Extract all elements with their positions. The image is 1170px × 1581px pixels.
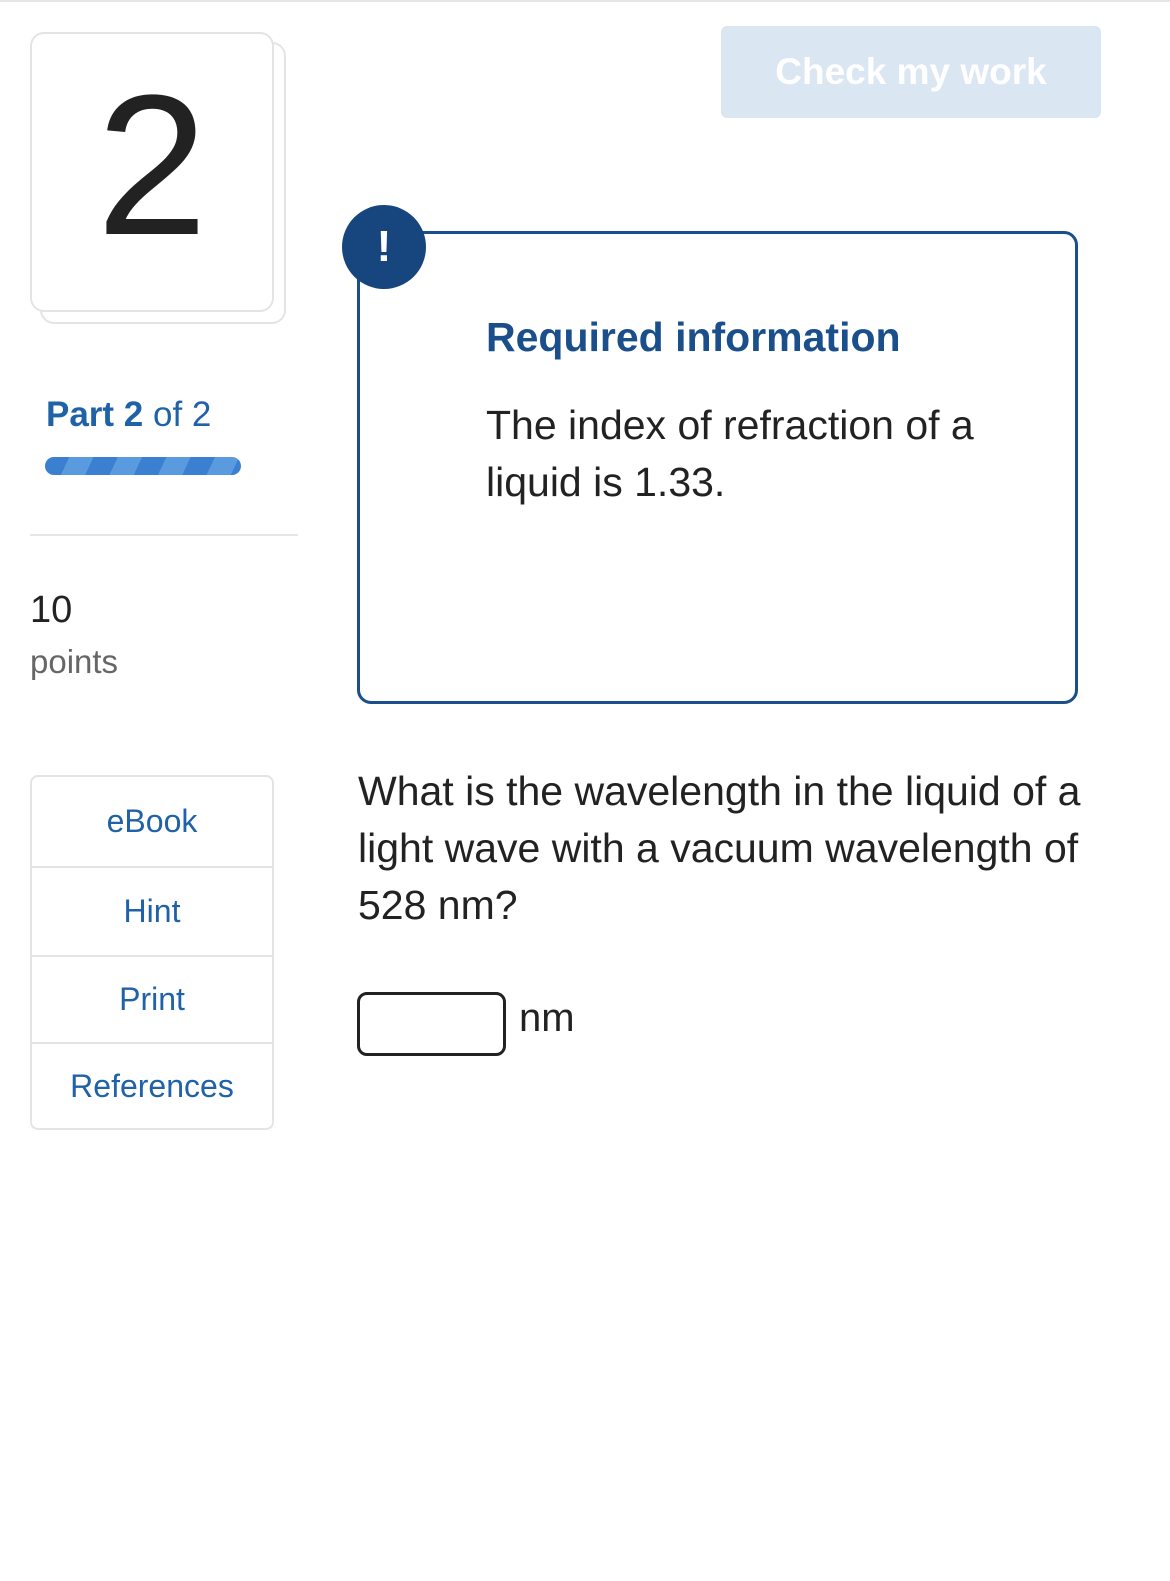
hint-button[interactable]: Hint	[32, 868, 272, 957]
answer-unit: nm	[519, 996, 575, 1040]
part-indicator: Part 2 of 2	[46, 394, 211, 436]
question-text: What is the wavelength in the liquid of …	[358, 768, 1081, 928]
sidebar-divider	[30, 534, 298, 536]
check-my-work-button[interactable]: Check my work	[721, 26, 1101, 118]
question-number: 2	[96, 54, 208, 277]
points-value: 10	[30, 589, 73, 631]
question-number-card: 2	[30, 32, 288, 326]
part-total: of 2	[143, 395, 212, 434]
required-info-title: Required information	[486, 314, 901, 360]
points-label: points	[30, 643, 119, 680]
print-button[interactable]: Print	[32, 957, 272, 1044]
part-progress-bar	[45, 457, 241, 475]
tools-menu: eBook Hint Print References	[30, 775, 274, 1130]
top-divider	[0, 0, 1170, 2]
answer-input[interactable]	[357, 992, 506, 1056]
question-number-front: 2	[30, 32, 274, 312]
ebook-button[interactable]: eBook	[32, 777, 272, 868]
references-button[interactable]: References	[32, 1044, 272, 1128]
required-info-text: The index of refraction of a liquid is 1…	[486, 402, 974, 505]
part-current: Part 2	[46, 395, 144, 434]
alert-icon: !	[342, 205, 426, 289]
